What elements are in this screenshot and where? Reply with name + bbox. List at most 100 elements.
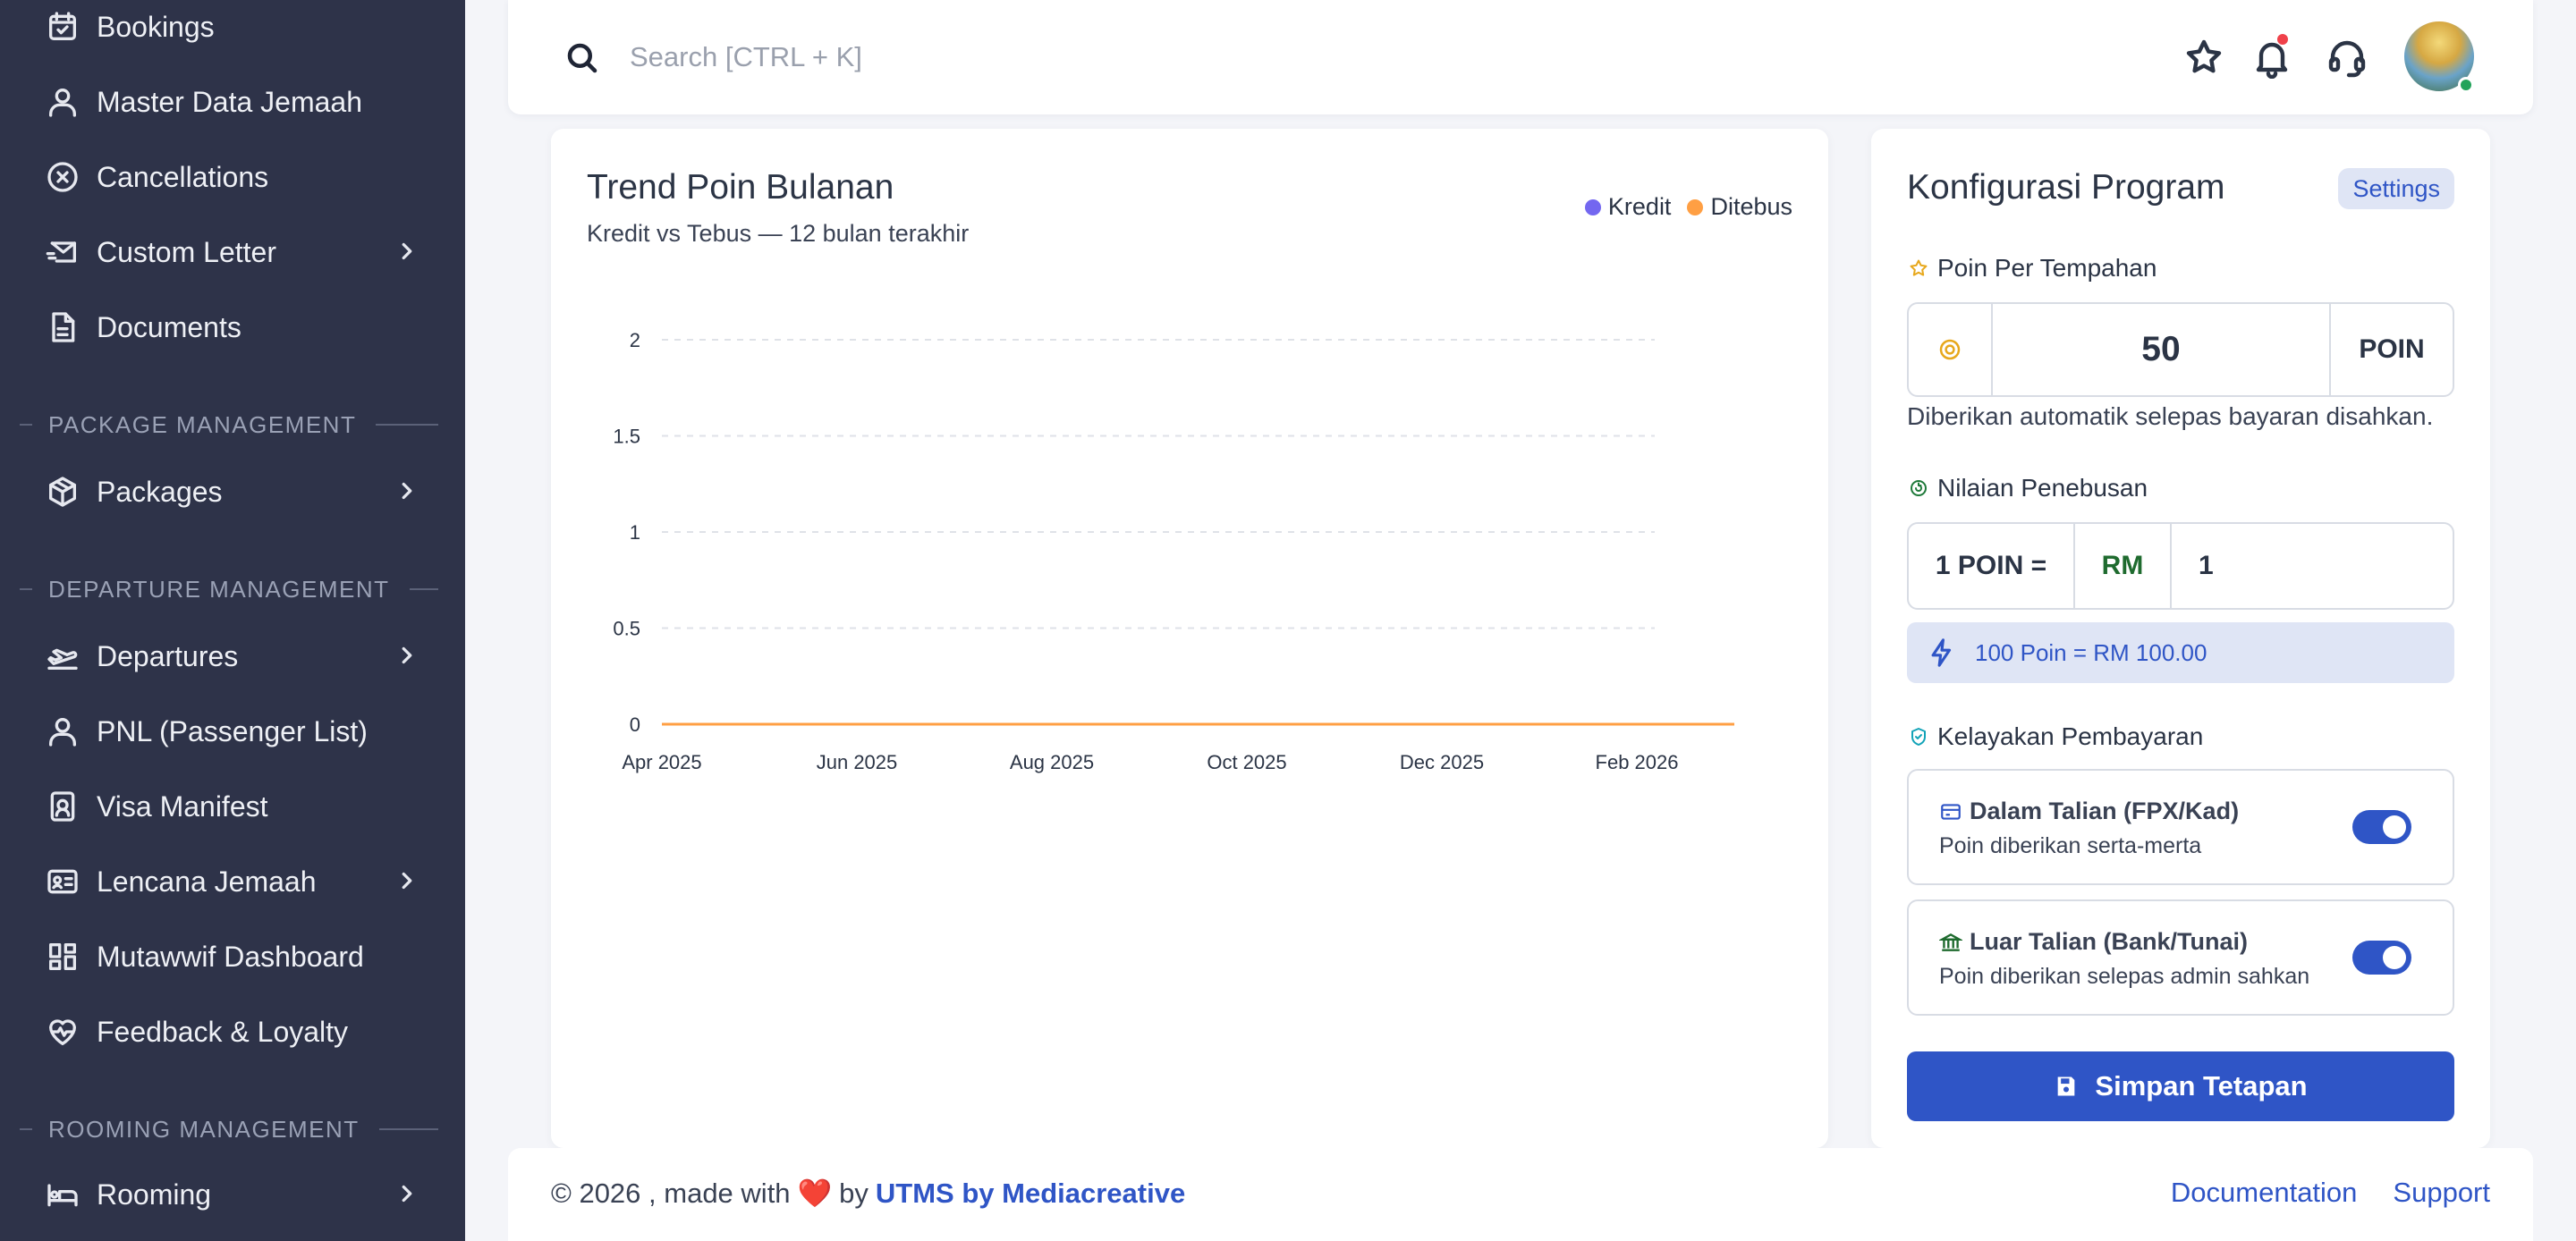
y-tick-label: 0.5 — [613, 618, 640, 640]
sidebar-item-lencana-jemaah[interactable]: Lencana Jemaah — [43, 855, 429, 908]
points-per-booking-group: 50 POIN — [1907, 302, 2454, 397]
top-navbar — [508, 0, 2533, 114]
brand-link[interactable]: UTMS by Mediacreative — [876, 1178, 1185, 1210]
heart-pulse-icon — [43, 1012, 82, 1051]
chevron-right-icon — [394, 477, 420, 504]
sidebar-item-mutawwif-dashboard[interactable]: Mutawwif Dashboard — [43, 930, 429, 984]
sidebar-item-label: Departures — [97, 639, 239, 672]
footer-links: Documentation Support — [2135, 1177, 2490, 1209]
credit-card-icon — [1941, 803, 1961, 820]
sidebar-item-visa-manifest[interactable]: Visa Manifest — [43, 780, 429, 833]
redemption-value-input[interactable]: 1 — [2172, 524, 2453, 608]
payment-option-title: Dalam Talian (FPX/Kad) — [1939, 798, 2239, 825]
bed-icon — [43, 1175, 82, 1214]
star-icon[interactable] — [2182, 36, 2225, 79]
section-departure-management: DEPARTURE MANAGEMENT — [0, 576, 438, 603]
section-rooming-management: ROOMING MANAGEMENT — [0, 1116, 438, 1143]
sidebar-item-label: Custom Letter — [97, 235, 276, 268]
currency-label: RM — [2075, 524, 2172, 608]
user-icon — [43, 82, 82, 122]
y-tick-label: 0 — [630, 713, 640, 736]
chevron-right-icon — [394, 642, 420, 669]
sidebar-item-label: PNL (Passenger List) — [97, 714, 368, 747]
offline-payment-toggle[interactable] — [2352, 941, 2411, 975]
sidebar-item-label: Documents — [97, 310, 242, 343]
footer-copyright: © 2026 , made with ❤️ by UTMS by Mediacr… — [551, 1177, 1186, 1210]
x-circle-icon — [43, 157, 82, 197]
sidebar-item-label: Packages — [97, 475, 223, 508]
x-tick-label: Jun 2025 — [817, 751, 898, 773]
x-tick-label: Dec 2025 — [1400, 751, 1484, 773]
sidebar-item-custom-letter[interactable]: Custom Letter — [43, 225, 429, 279]
sidebar-item-label: Bookings — [97, 10, 215, 43]
headset-icon[interactable] — [2326, 36, 2368, 79]
section-package-management: PACKAGE MANAGEMENT — [0, 411, 438, 438]
plane-takeoff-icon — [43, 637, 82, 676]
sidebar-item-pnl[interactable]: PNL (Passenger List) — [43, 705, 429, 758]
search-input[interactable] — [630, 32, 1435, 82]
heart-icon: ❤️ — [797, 1178, 833, 1209]
lightning-icon — [1931, 638, 1952, 667]
sidebar-item-label: Feedback & Loyalty — [97, 1015, 349, 1048]
sidebar-item-label: Cancellations — [97, 160, 269, 193]
sidebar-item-feedback-loyalty[interactable]: Feedback & Loyalty — [43, 1005, 429, 1059]
id-badge-icon — [43, 787, 82, 826]
star-icon — [1907, 257, 1930, 280]
y-tick-label: 2 — [630, 329, 640, 351]
points-trend-card: Trend Poin Bulanan Kredit vs Tebus — 12 … — [551, 129, 1828, 1148]
id-card-icon — [43, 862, 82, 901]
sidebar-item-cancellations[interactable]: Cancellations — [43, 150, 429, 204]
sidebar: Bookings Master Data Jemaah Cancellation… — [0, 0, 465, 1241]
chevron-right-icon — [394, 1180, 420, 1207]
sidebar-item-bookings[interactable]: Bookings — [43, 0, 429, 54]
payment-option-subtitle: Poin diberikan selepas admin sahkan — [1939, 964, 2310, 989]
user-icon — [43, 712, 82, 751]
points-help-text: Diberikan automatik selepas bayaran disa… — [1907, 402, 2434, 430]
payment-option-online: Dalam Talian (FPX/Kad) Poin diberikan se… — [1907, 769, 2454, 885]
save-settings-button[interactable]: Simpan Tetapan — [1907, 1051, 2454, 1121]
mail-send-icon — [43, 232, 82, 272]
chevron-right-icon — [394, 238, 420, 265]
toggle-knob — [2383, 946, 2406, 969]
x-tick-label: Oct 2025 — [1207, 751, 1286, 773]
redemption-group: 1 POIN = RM 1 — [1907, 522, 2454, 610]
sidebar-item-departures[interactable]: Departures — [43, 629, 429, 683]
documentation-link[interactable]: Documentation — [2171, 1177, 2358, 1209]
package-icon — [43, 472, 82, 511]
payment-option-subtitle: Poin diberikan serta-merta — [1939, 833, 2202, 858]
points-per-booking-label: Poin Per Tempahan — [1907, 254, 2157, 283]
toggle-knob — [2383, 815, 2406, 839]
redemption-prefix: 1 POIN = — [1909, 524, 2075, 608]
online-status-dot — [2458, 77, 2474, 93]
payment-option-title: Luar Talian (Bank/Tunai) — [1939, 928, 2248, 956]
search-icon[interactable] — [564, 39, 601, 77]
online-payment-toggle[interactable] — [2352, 810, 2411, 844]
footer: © 2026 , made with ❤️ by UTMS by Mediacr… — [508, 1148, 2533, 1241]
points-unit: POIN — [2359, 334, 2425, 364]
redemption-value-label: Nilaian Penebusan — [1907, 474, 2148, 502]
x-tick-label: Aug 2025 — [1010, 751, 1094, 773]
bell-icon[interactable] — [2250, 34, 2293, 80]
payment-eligibility-label: Kelayakan Pembayaran — [1907, 722, 2203, 751]
points-per-booking-input[interactable]: 50 — [1993, 304, 2331, 395]
sidebar-item-label: Master Data Jemaah — [97, 85, 363, 118]
sidebar-item-rooming[interactable]: Rooming — [43, 1168, 429, 1221]
shield-check-icon — [1907, 725, 1930, 748]
save-icon — [2058, 1076, 2075, 1096]
sidebar-item-packages[interactable]: Packages — [43, 465, 429, 519]
chevron-right-icon — [394, 867, 420, 894]
sidebar-item-documents[interactable]: Documents — [43, 300, 429, 354]
coin-icon — [1909, 304, 1993, 395]
document-icon — [43, 308, 82, 347]
sidebar-item-label: Mutawwif Dashboard — [97, 940, 364, 973]
settings-badge[interactable]: Settings — [2338, 168, 2454, 209]
x-tick-label: Apr 2025 — [622, 751, 701, 773]
sidebar-item-master-data-jemaah[interactable]: Master Data Jemaah — [43, 75, 429, 129]
y-tick-label: 1 — [630, 521, 640, 544]
support-link[interactable]: Support — [2393, 1177, 2490, 1209]
notification-dot — [2277, 34, 2288, 45]
calendar-check-icon — [43, 7, 82, 46]
sidebar-item-label: Rooming — [97, 1178, 212, 1211]
x-tick-label: Feb 2026 — [1596, 751, 1679, 773]
program-config-card: Konfigurasi Program Settings Poin Per Te… — [1871, 129, 2490, 1148]
